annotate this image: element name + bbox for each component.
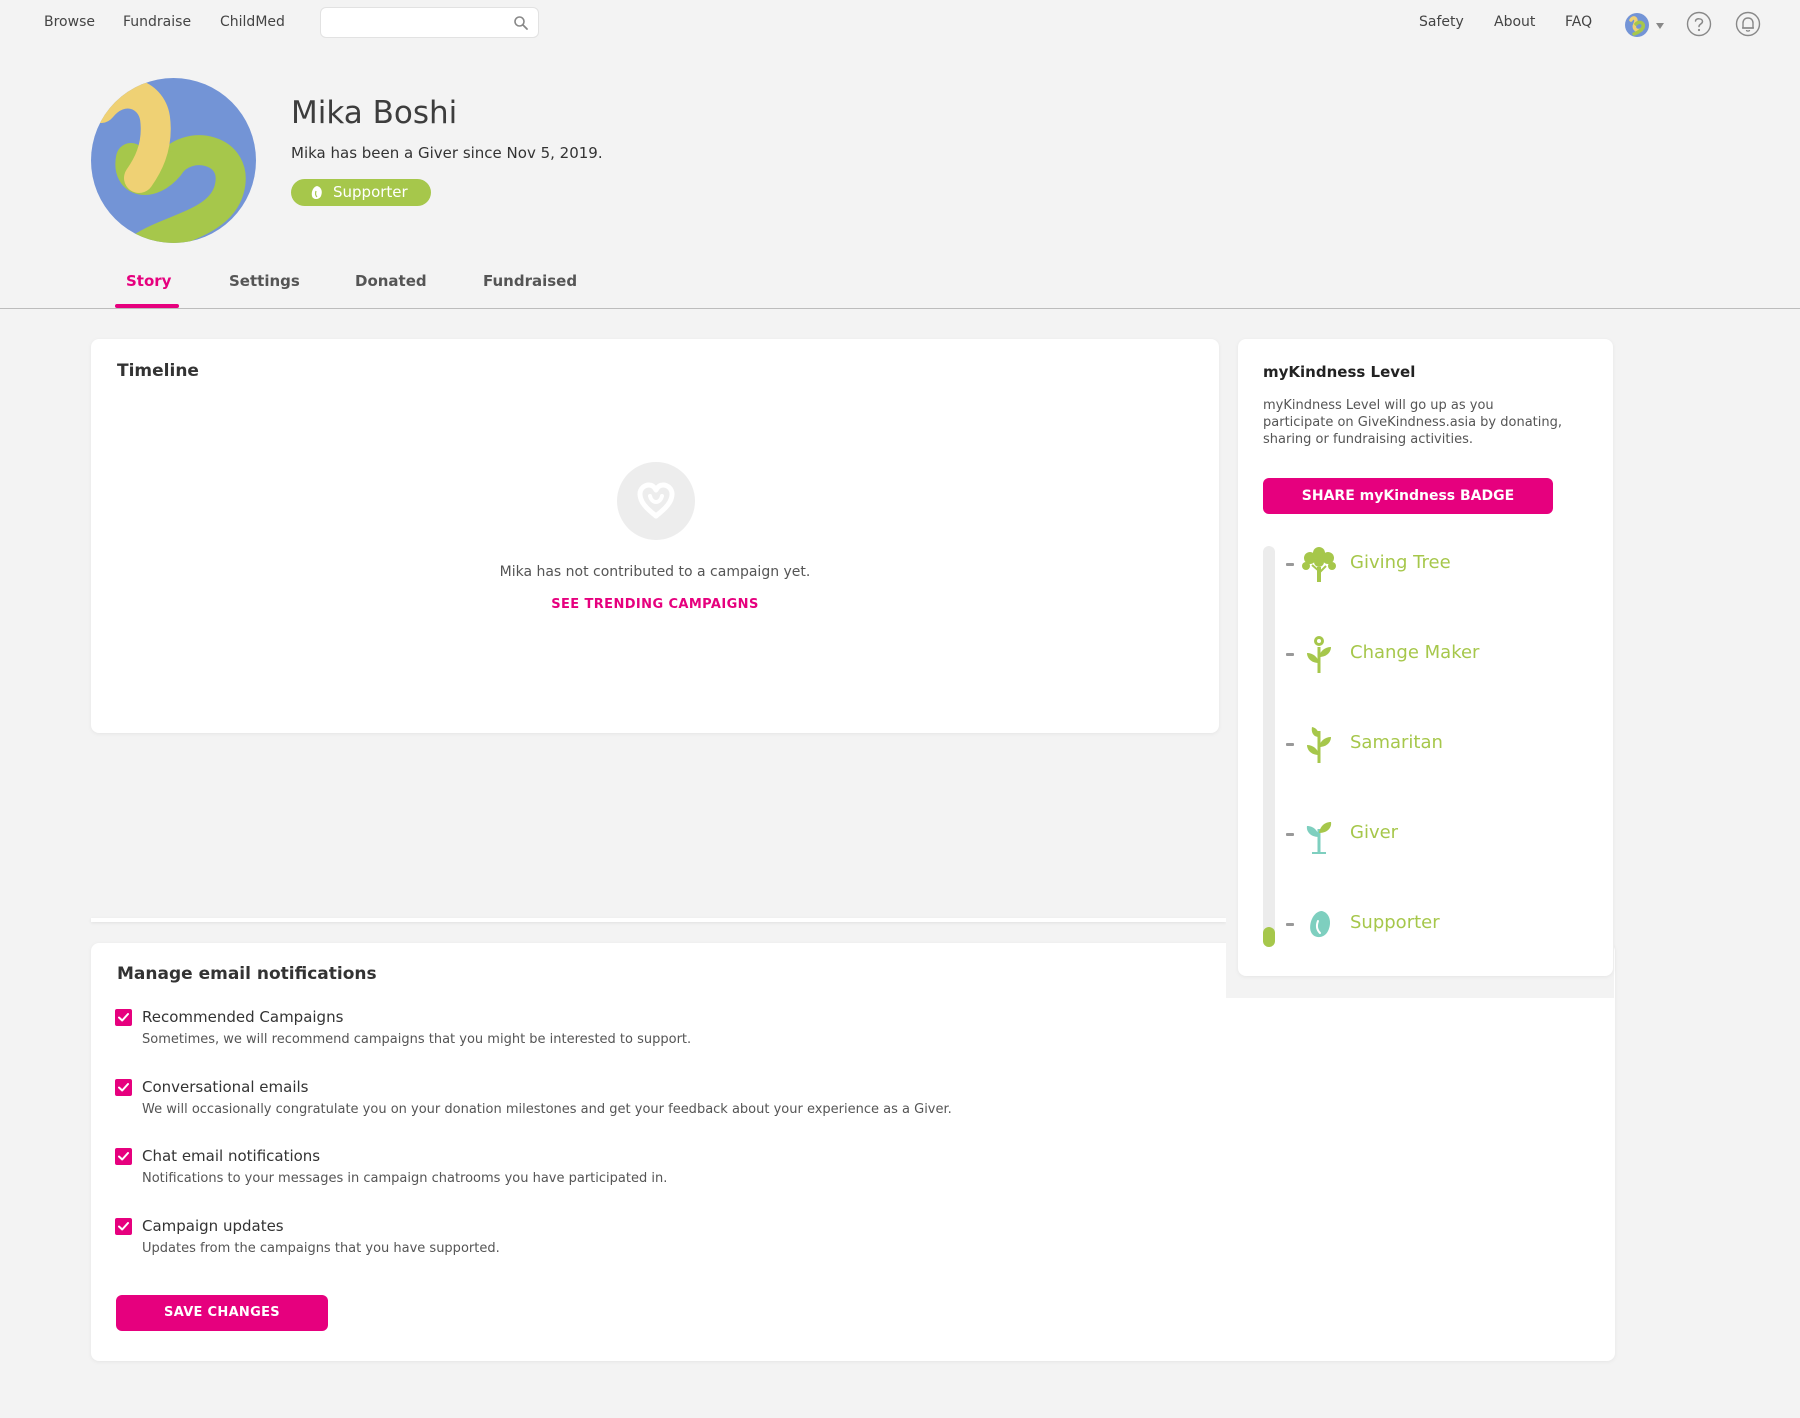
profile-name: Mika Boshi xyxy=(291,95,458,131)
level-name: Giving Tree xyxy=(1350,552,1451,573)
pref-description: Updates from the campaigns that you have… xyxy=(142,1241,500,1256)
nav-about-link[interactable]: About xyxy=(1494,14,1535,30)
active-tab-indicator xyxy=(115,304,179,308)
tab-fundraised[interactable]: Fundraised xyxy=(483,272,577,290)
samaritan-icon xyxy=(1307,727,1331,763)
search-icon[interactable] xyxy=(513,15,529,31)
level-badge-label: Supporter xyxy=(333,183,408,201)
level-name: Samaritan xyxy=(1350,732,1443,753)
level-name: Supporter xyxy=(1350,912,1440,933)
level-name: Giver xyxy=(1350,822,1399,843)
timeline-title: Timeline xyxy=(117,361,199,381)
level-tick xyxy=(1286,833,1294,836)
tab-donated[interactable]: Donated xyxy=(355,272,427,290)
level-tick xyxy=(1286,923,1294,926)
help-icon[interactable] xyxy=(1686,11,1712,37)
nav-fundraise-link[interactable]: Fundraise xyxy=(123,14,191,30)
pref-label: Chat email notifications xyxy=(142,1147,321,1165)
email-notifications-title: Manage email notifications xyxy=(117,964,377,984)
kindness-level-card: myKindness Level myKindness Level will g… xyxy=(1238,339,1613,976)
avatar-icon xyxy=(1625,13,1649,37)
nav-browse-link[interactable]: Browse xyxy=(44,14,95,30)
email-notifications-card: Manage email notifications Recommended C… xyxy=(91,943,1615,1361)
level-tick xyxy=(1286,743,1294,746)
tab-settings[interactable]: Settings xyxy=(229,272,300,290)
nav-safety-link[interactable]: Safety xyxy=(1419,14,1464,30)
pref-description: We will occasionally congratulate you on… xyxy=(142,1102,952,1117)
pref-recommended-campaigns: Recommended Campaigns Sometimes, we will… xyxy=(115,1008,1215,1059)
pref-label: Campaign updates xyxy=(142,1217,284,1235)
chevron-down-icon xyxy=(1656,23,1664,29)
search-input[interactable] xyxy=(331,13,501,33)
pref-checkbox[interactable] xyxy=(115,1009,132,1026)
share-badge-button[interactable]: SHARE myKindness BADGE xyxy=(1263,478,1553,514)
kindness-level-description: myKindness Level will go up as you parti… xyxy=(1263,398,1562,447)
pref-conversational-emails: Conversational emails We will occasional… xyxy=(115,1078,1215,1129)
pref-label: Recommended Campaigns xyxy=(142,1008,344,1026)
empty-state-heart-icon xyxy=(617,462,695,540)
level-supporter: Supporter xyxy=(1286,902,1586,946)
level-badge: Supporter xyxy=(291,179,431,206)
pref-campaign-updates: Campaign updates Updates from the campai… xyxy=(115,1217,1215,1268)
pref-description: Sometimes, we will recommend campaigns t… xyxy=(142,1032,692,1047)
giver-sprout-icon xyxy=(1306,822,1332,854)
level-giver: Giver xyxy=(1286,812,1586,856)
empty-state-text: Mika has not contributed to a campaign y… xyxy=(499,564,811,580)
timeline-card: Timeline Mika has not contributed to a c… xyxy=(91,339,1219,733)
pref-chat-email-notifications: Chat email notifications Notifications t… xyxy=(115,1147,1215,1198)
pref-checkbox[interactable] xyxy=(115,1079,132,1096)
level-tick xyxy=(1286,653,1294,656)
level-change-maker: Change Maker xyxy=(1286,632,1586,676)
level-progress-fill xyxy=(1263,926,1275,947)
pref-label: Conversational emails xyxy=(142,1078,309,1096)
level-giving-tree: Giving Tree xyxy=(1286,542,1586,586)
nav-faq-link[interactable]: FAQ xyxy=(1565,14,1592,30)
user-menu[interactable] xyxy=(1624,12,1666,38)
level-name: Change Maker xyxy=(1350,642,1480,663)
section-divider xyxy=(91,918,1226,922)
see-trending-campaigns-link[interactable]: SEE TRENDING CAMPAIGNS xyxy=(91,597,1219,612)
save-changes-button[interactable]: SAVE CHANGES xyxy=(116,1295,328,1331)
change-maker-icon xyxy=(1307,636,1331,673)
giving-tree-icon xyxy=(1302,547,1336,582)
kindness-level-title: myKindness Level xyxy=(1263,363,1416,381)
pref-checkbox[interactable] xyxy=(115,1148,132,1165)
profile-tabs: Story Settings Donated Fundraised xyxy=(0,262,1800,309)
giver-since-text: Mika has been a Giver since Nov 5, 2019. xyxy=(291,144,603,162)
tab-story[interactable]: Story xyxy=(126,272,171,290)
profile-avatar xyxy=(91,78,256,243)
level-samaritan: Samaritan xyxy=(1286,722,1586,766)
bell-icon[interactable] xyxy=(1735,11,1761,37)
pref-description: Notifications to your messages in campai… xyxy=(142,1171,668,1186)
seed-icon xyxy=(311,186,322,199)
top-navigation: Browse Fundraise ChildMed Safety About F… xyxy=(0,0,1800,46)
level-progress-track xyxy=(1263,546,1275,947)
nav-childmed-link[interactable]: ChildMed xyxy=(220,14,285,30)
supporter-seed-icon xyxy=(1310,911,1330,938)
level-tick xyxy=(1286,563,1294,566)
search-box xyxy=(320,7,539,38)
pref-checkbox[interactable] xyxy=(115,1218,132,1235)
